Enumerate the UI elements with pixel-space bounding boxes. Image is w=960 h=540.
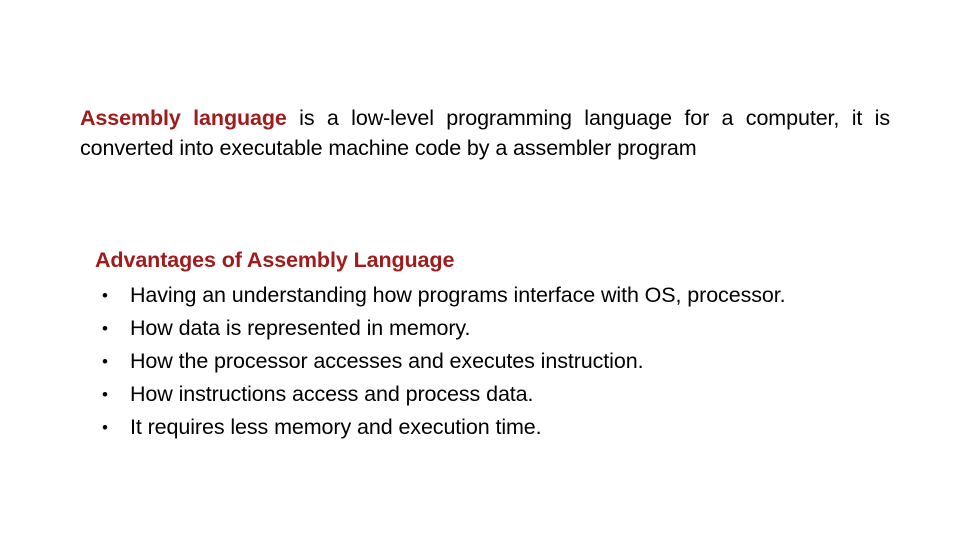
list-item-label: How instructions access and process data… [130, 382, 534, 406]
list-item: • How instructions access and process da… [95, 378, 935, 411]
list-item: • How data is represented in memory. [95, 312, 935, 345]
bullet-icon: • [102, 286, 108, 305]
advantages-block: Advantages of Assembly Language • Having… [95, 246, 935, 444]
advantages-heading: Advantages of Assembly Language [95, 248, 455, 272]
intro-paragraph: Assembly language is a low-level program… [80, 103, 890, 163]
bullet-icon: • [102, 385, 108, 404]
list-item-label: How the processor accesses and executes … [130, 349, 644, 373]
list-item: • It requires less memory and execution … [95, 411, 935, 444]
list-item: • How the processor accesses and execute… [95, 345, 935, 378]
intro-paragraph-block: Assembly language is a low-level program… [80, 103, 890, 163]
list-item: • Having an understanding how programs i… [95, 279, 935, 312]
intro-emphasis-term: Assembly language [80, 106, 287, 130]
list-item-label: Having an understanding how programs int… [130, 283, 786, 307]
advantages-list: • Having an understanding how programs i… [95, 279, 935, 444]
bullet-icon: • [102, 352, 108, 371]
bullet-icon: • [102, 418, 108, 437]
slide-canvas: Assembly language is a low-level program… [0, 0, 960, 540]
list-item-label: It requires less memory and execution ti… [130, 415, 542, 439]
list-item-label: How data is represented in memory. [130, 316, 471, 340]
bullet-icon: • [102, 319, 108, 338]
